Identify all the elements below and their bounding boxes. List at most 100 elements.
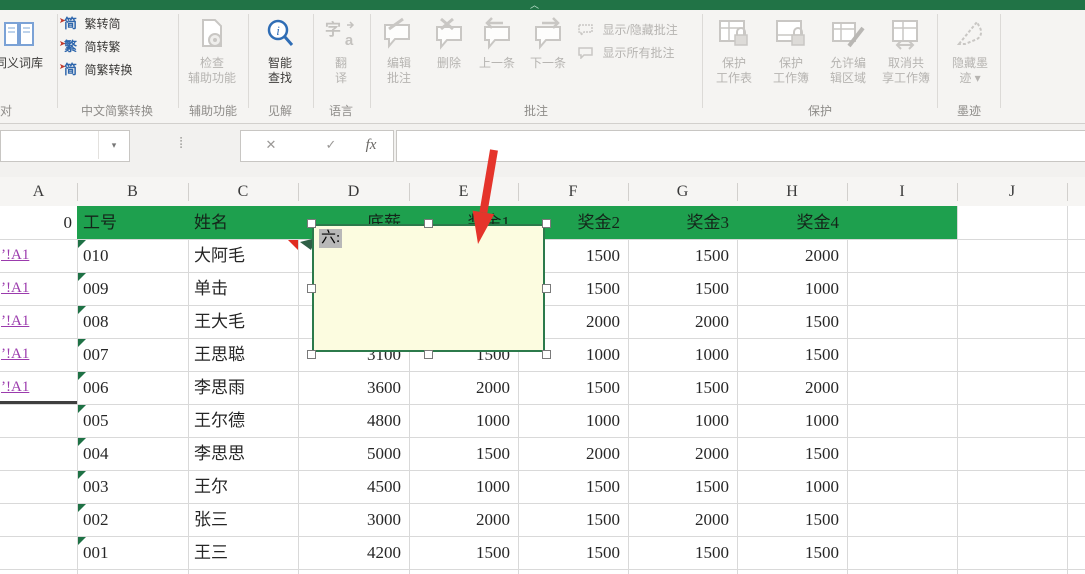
- cell-G10[interactable]: 2000: [628, 503, 737, 536]
- show-hide-comment-button[interactable]: 显示/隐藏批注: [578, 20, 718, 40]
- cell-D7[interactable]: 4800: [298, 404, 409, 437]
- cell-B5[interactable]: 007: [77, 338, 188, 371]
- convert-chinese-button[interactable]: ➤简 简繁转换: [64, 59, 176, 81]
- selection-handle[interactable]: [307, 284, 316, 293]
- selection-handle[interactable]: [307, 350, 316, 359]
- cell-E7[interactable]: 1000: [409, 404, 518, 437]
- cell-H2[interactable]: 2000: [737, 239, 847, 272]
- cell-E10[interactable]: 2000: [409, 503, 518, 536]
- cell-G7[interactable]: 1000: [628, 404, 737, 437]
- comment-text[interactable]: 六:: [319, 229, 342, 248]
- cell-D11[interactable]: 4200: [298, 536, 409, 569]
- cell-A1[interactable]: 0: [0, 206, 77, 239]
- enter-icon[interactable]: ✓: [319, 131, 343, 159]
- cell-C10[interactable]: 张三: [188, 503, 298, 536]
- selection-handle[interactable]: [424, 350, 433, 359]
- column-header-G[interactable]: G: [668, 180, 698, 204]
- cell-C9[interactable]: 王尔: [188, 470, 298, 503]
- column-header-D[interactable]: D: [339, 180, 369, 204]
- smart-lookup-button[interactable]: i 智能 查找: [250, 12, 310, 100]
- cell-H10[interactable]: 1500: [737, 503, 847, 536]
- column-header-B[interactable]: B: [118, 180, 148, 204]
- allow-edit-ranges-button[interactable]: 允许编 辑区域: [821, 12, 875, 100]
- column-header-I[interactable]: I: [887, 180, 917, 204]
- cell-G6[interactable]: 1500: [628, 371, 737, 404]
- protect-workbook-button[interactable]: 保护 工作簿: [764, 12, 818, 100]
- cell-D10[interactable]: 3000: [298, 503, 409, 536]
- cell-G1[interactable]: 奖金3: [628, 206, 737, 239]
- selection-handle[interactable]: [542, 219, 551, 228]
- cell-H8[interactable]: 1500: [737, 437, 847, 470]
- column-header-F[interactable]: F: [558, 180, 588, 204]
- cell-C8[interactable]: 李思思: [188, 437, 298, 470]
- cell-F7[interactable]: 1000: [518, 404, 628, 437]
- cell-G5[interactable]: 1000: [628, 338, 737, 371]
- cell-H5[interactable]: 1500: [737, 338, 847, 371]
- cell-B11[interactable]: 001: [77, 536, 188, 569]
- cell-G4[interactable]: 2000: [628, 305, 737, 338]
- cell-C6[interactable]: 李思雨: [188, 371, 298, 404]
- name-box-dropdown-icon[interactable]: ▾: [98, 131, 129, 159]
- cell-H1[interactable]: 奖金4: [737, 206, 847, 239]
- cell-B6[interactable]: 006: [77, 371, 188, 404]
- previous-comment-button[interactable]: 上一条: [473, 12, 521, 100]
- show-all-comments-button[interactable]: 显示所有批注: [578, 43, 718, 63]
- column-header-A[interactable]: A: [24, 180, 54, 204]
- cell-F9[interactable]: 1500: [518, 470, 628, 503]
- cell-H3[interactable]: 1000: [737, 272, 847, 305]
- cell-G3[interactable]: 1500: [628, 272, 737, 305]
- column-header-H[interactable]: H: [777, 180, 807, 204]
- hyperlink-cell-A2[interactable]: ’!A1: [0, 239, 77, 272]
- hyperlink-cell-A3[interactable]: ’!A1: [0, 272, 77, 305]
- cell-E6[interactable]: 2000: [409, 371, 518, 404]
- cell-H6[interactable]: 2000: [737, 371, 847, 404]
- cell-H9[interactable]: 1000: [737, 470, 847, 503]
- cell-E11[interactable]: 1500: [409, 536, 518, 569]
- cell-D9[interactable]: 4500: [298, 470, 409, 503]
- selection-handle[interactable]: [542, 284, 551, 293]
- column-header-J[interactable]: J: [997, 180, 1027, 204]
- selection-handle[interactable]: [424, 219, 433, 228]
- cell-G2[interactable]: 1500: [628, 239, 737, 272]
- cell-C4[interactable]: 王大毛: [188, 305, 298, 338]
- cell-B9[interactable]: 003: [77, 470, 188, 503]
- cell-F6[interactable]: 1500: [518, 371, 628, 404]
- trad-to-simp-button[interactable]: ➤简 繁转简: [64, 13, 176, 35]
- cell-H7[interactable]: 1000: [737, 404, 847, 437]
- simp-to-trad-button[interactable]: ➤繁 简转繁: [64, 36, 176, 58]
- cell-C3[interactable]: 单击: [188, 272, 298, 305]
- edit-comment-button[interactable]: 编辑 批注: [374, 12, 424, 100]
- check-accessibility-button[interactable]: 检查 辅助功能: [181, 12, 243, 100]
- selection-handle[interactable]: [542, 350, 551, 359]
- hyperlink-cell-A5[interactable]: ’!A1: [0, 338, 77, 371]
- cell-C5[interactable]: 王思聪: [188, 338, 298, 371]
- cell-C7[interactable]: 王尔德: [188, 404, 298, 437]
- formula-bar-drag-handle[interactable]: ⁞: [179, 135, 183, 152]
- cell-B2[interactable]: 010: [77, 239, 188, 272]
- cell-G9[interactable]: 1500: [628, 470, 737, 503]
- cell-B10[interactable]: 002: [77, 503, 188, 536]
- cell-C1[interactable]: 姓名: [188, 206, 298, 239]
- cell-B4[interactable]: 008: [77, 305, 188, 338]
- hyperlink-cell-A4[interactable]: ’!A1: [0, 305, 77, 338]
- protect-sheet-button[interactable]: 保护 工作表: [707, 12, 761, 100]
- comment-box[interactable]: 六:: [312, 224, 545, 352]
- name-box[interactable]: ▾: [0, 130, 130, 162]
- cell-G11[interactable]: 1500: [628, 536, 737, 569]
- hide-ink-button[interactable]: 隐藏墨 迹 ▾: [941, 12, 999, 100]
- cell-B7[interactable]: 005: [77, 404, 188, 437]
- delete-comment-button[interactable]: 删除: [427, 12, 471, 100]
- cell-G8[interactable]: 2000: [628, 437, 737, 470]
- cell-B3[interactable]: 009: [77, 272, 188, 305]
- cell-B1[interactable]: 工号: [77, 206, 188, 239]
- cancel-icon[interactable]: ✕: [259, 131, 283, 159]
- column-header-C[interactable]: C: [228, 180, 258, 204]
- cell-C2[interactable]: 大阿毛: [188, 239, 298, 272]
- cell-F8[interactable]: 2000: [518, 437, 628, 470]
- cell-B8[interactable]: 004: [77, 437, 188, 470]
- cell-D6[interactable]: 3600: [298, 371, 409, 404]
- cell-H11[interactable]: 1500: [737, 536, 847, 569]
- thesaurus-button[interactable]: 同义词库: [0, 12, 54, 100]
- cell-F10[interactable]: 1500: [518, 503, 628, 536]
- hyperlink-cell-A6[interactable]: ’!A1: [0, 371, 77, 404]
